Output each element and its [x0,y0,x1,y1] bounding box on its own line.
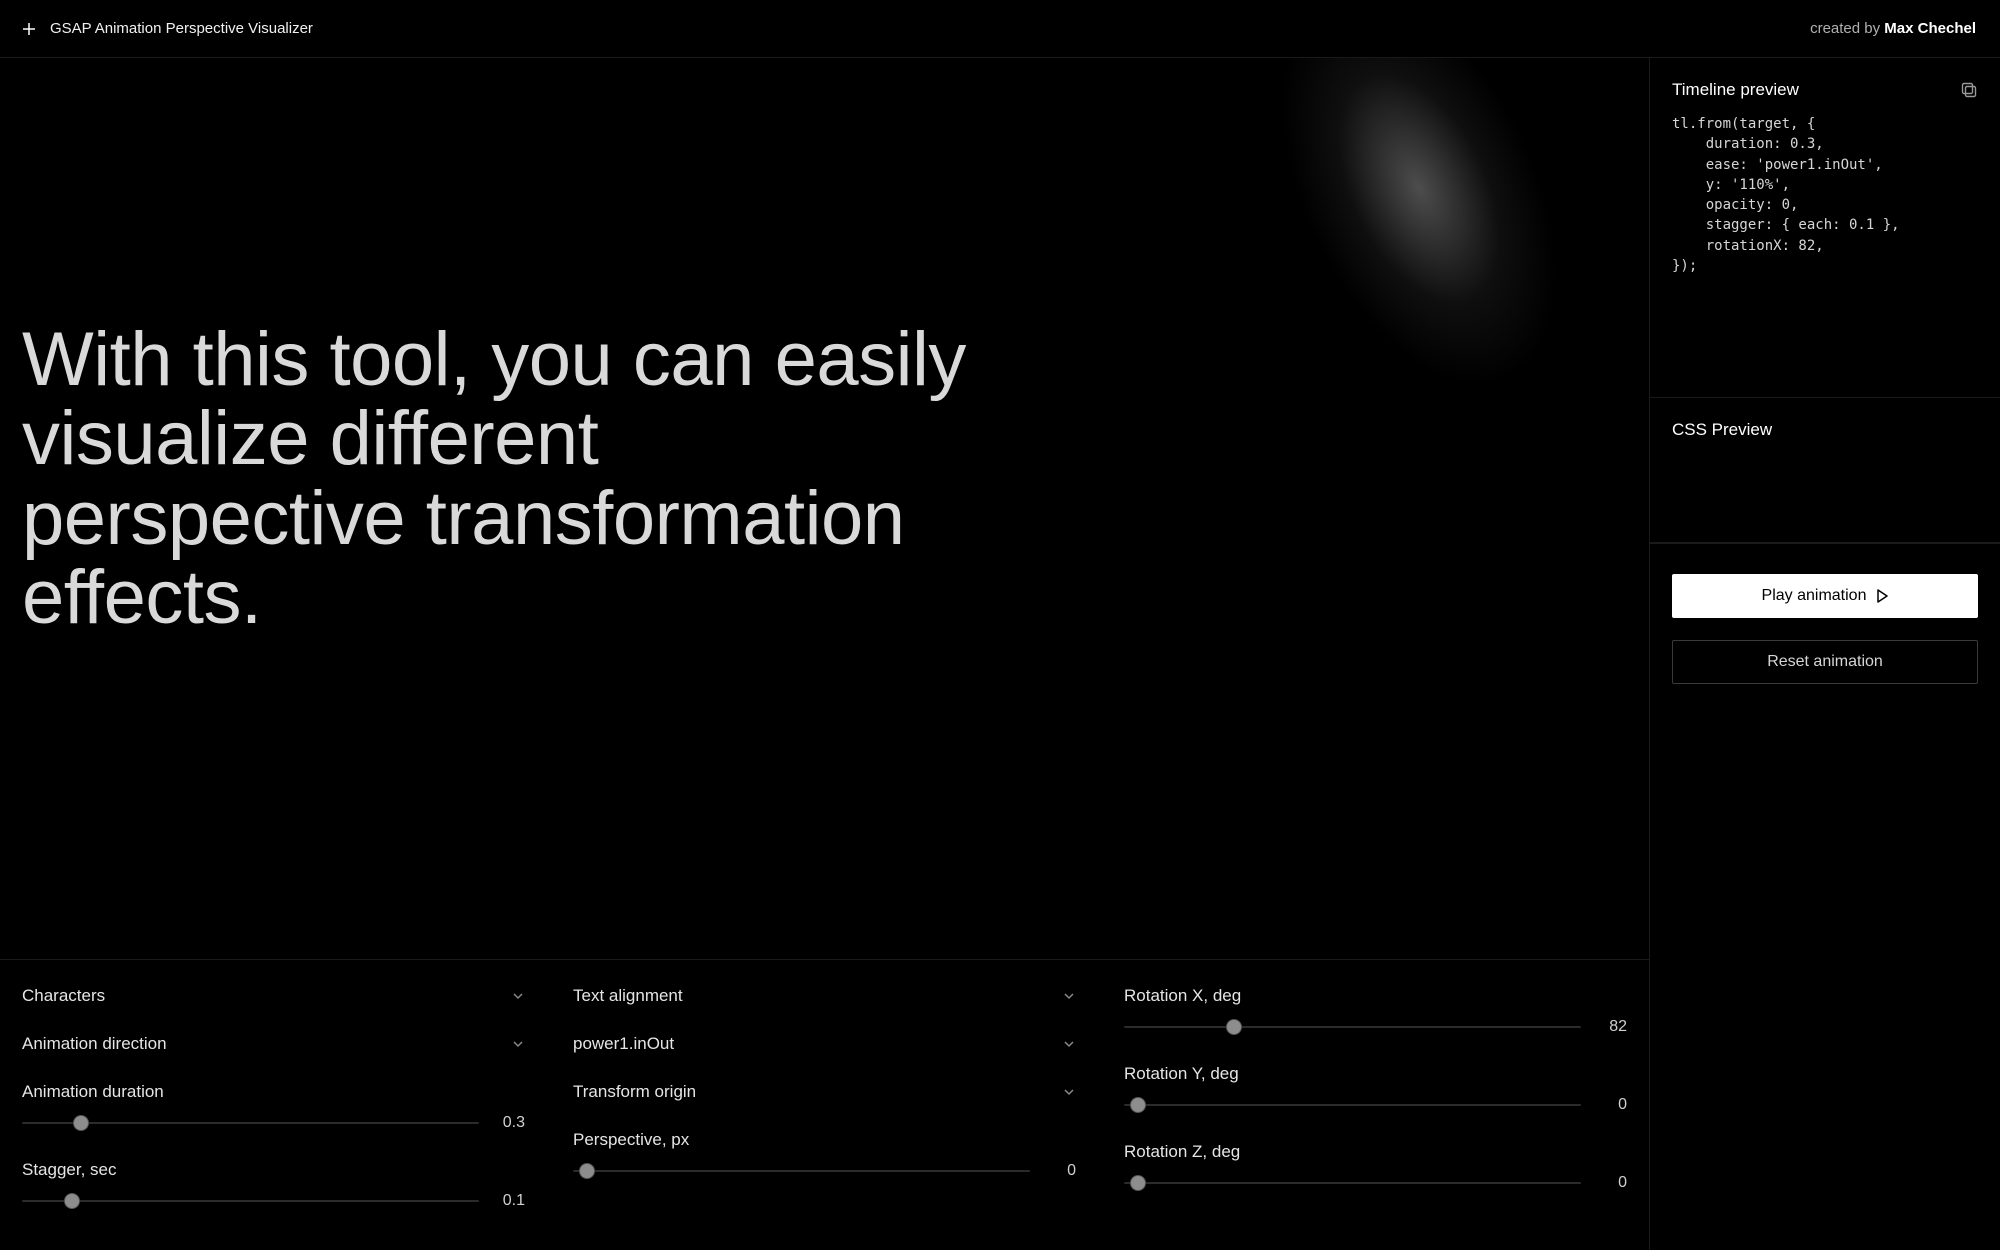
stagger-value: 0.1 [497,1192,525,1210]
plus-icon [22,22,36,36]
timeline-preview-section: Timeline preview tl.from(target, { durat… [1650,58,2000,398]
rotation-z-value: 0 [1599,1174,1627,1192]
credit-name[interactable]: Max Chechel [1884,20,1976,37]
duration-value: 0.3 [497,1114,525,1132]
rotation-y-slider[interactable] [1124,1104,1581,1106]
rotation-x-slider[interactable] [1124,1026,1581,1028]
chevron-down-icon [1062,989,1076,1003]
css-heading: CSS Preview [1672,420,1772,440]
perspective-control: Perspective, px 0 [573,1130,1076,1180]
duration-label: Animation duration [22,1082,164,1102]
css-preview-section: CSS Preview [1650,398,2000,543]
ease-select[interactable]: power1.inOut [573,1034,1076,1054]
rotation-z-thumb[interactable] [1130,1175,1146,1191]
rotation-y-thumb[interactable] [1130,1097,1146,1113]
rotation-x-label: Rotation X, deg [1124,986,1241,1006]
rotation-z-control: Rotation Z, deg 0 [1124,1142,1627,1192]
characters-select[interactable]: Characters [22,986,525,1006]
duration-thumb[interactable] [73,1115,89,1131]
duration-slider[interactable] [22,1122,479,1124]
chevron-down-icon [1062,1085,1076,1099]
rotation-y-label: Rotation Y, deg [1124,1064,1239,1084]
timeline-code[interactable]: tl.from(target, { duration: 0.3, ease: '… [1672,114,1978,276]
header: GSAP Animation Perspective Visualizer cr… [0,0,2000,58]
alignment-select[interactable]: Text alignment [573,986,1076,1006]
perspective-slider[interactable] [573,1170,1030,1172]
chevron-down-icon [511,1037,525,1051]
perspective-value: 0 [1048,1162,1076,1180]
rotation-x-control: Rotation X, deg 82 [1124,986,1627,1036]
rotation-z-label: Rotation Z, deg [1124,1142,1240,1162]
copy-icon[interactable] [1960,81,1978,99]
rotation-z-slider[interactable] [1124,1182,1581,1184]
rotation-x-value: 82 [1599,1018,1627,1036]
rotation-y-value: 0 [1599,1096,1627,1114]
play-animation-button[interactable]: Play animation [1672,574,1978,618]
stagger-control: Stagger, sec 0.1 [22,1160,525,1210]
play-icon [1876,589,1888,603]
direction-select[interactable]: Animation direction [22,1034,525,1054]
perspective-thumb[interactable] [579,1163,595,1179]
credit-prefix: created by [1810,20,1884,37]
chevron-down-icon [1062,1037,1076,1051]
credit: created by Max Chechel [1810,20,1976,37]
origin-label: Transform origin [573,1082,696,1102]
alignment-label: Text alignment [573,986,683,1006]
preview-canvas: With this tool, you can easily visualize… [0,58,1649,959]
play-label: Play animation [1762,587,1867,605]
reset-animation-button[interactable]: Reset animation [1672,640,1978,684]
app-title: GSAP Animation Perspective Visualizer [50,20,313,37]
reset-label: Reset animation [1767,653,1883,671]
hero-text: With this tool, you can easily visualize… [22,320,982,636]
direction-label: Animation direction [22,1034,167,1054]
stagger-label: Stagger, sec [22,1160,117,1180]
rotation-y-control: Rotation Y, deg 0 [1124,1064,1627,1114]
ease-label: power1.inOut [573,1034,674,1054]
perspective-label: Perspective, px [573,1130,689,1150]
timeline-heading: Timeline preview [1672,80,1799,100]
header-left: GSAP Animation Perspective Visualizer [22,20,313,37]
origin-select[interactable]: Transform origin [573,1082,1076,1102]
rotation-x-thumb[interactable] [1226,1019,1242,1035]
sidebar: Timeline preview tl.from(target, { durat… [1650,58,2000,1250]
controls-panel: Characters Animation direction [0,959,1649,1250]
duration-control: Animation duration 0.3 [22,1082,525,1132]
stagger-thumb[interactable] [64,1193,80,1209]
stagger-slider[interactable] [22,1200,479,1202]
buttons-section: Play animation Reset animation [1650,543,2000,706]
characters-label: Characters [22,986,105,1006]
chevron-down-icon [511,989,525,1003]
